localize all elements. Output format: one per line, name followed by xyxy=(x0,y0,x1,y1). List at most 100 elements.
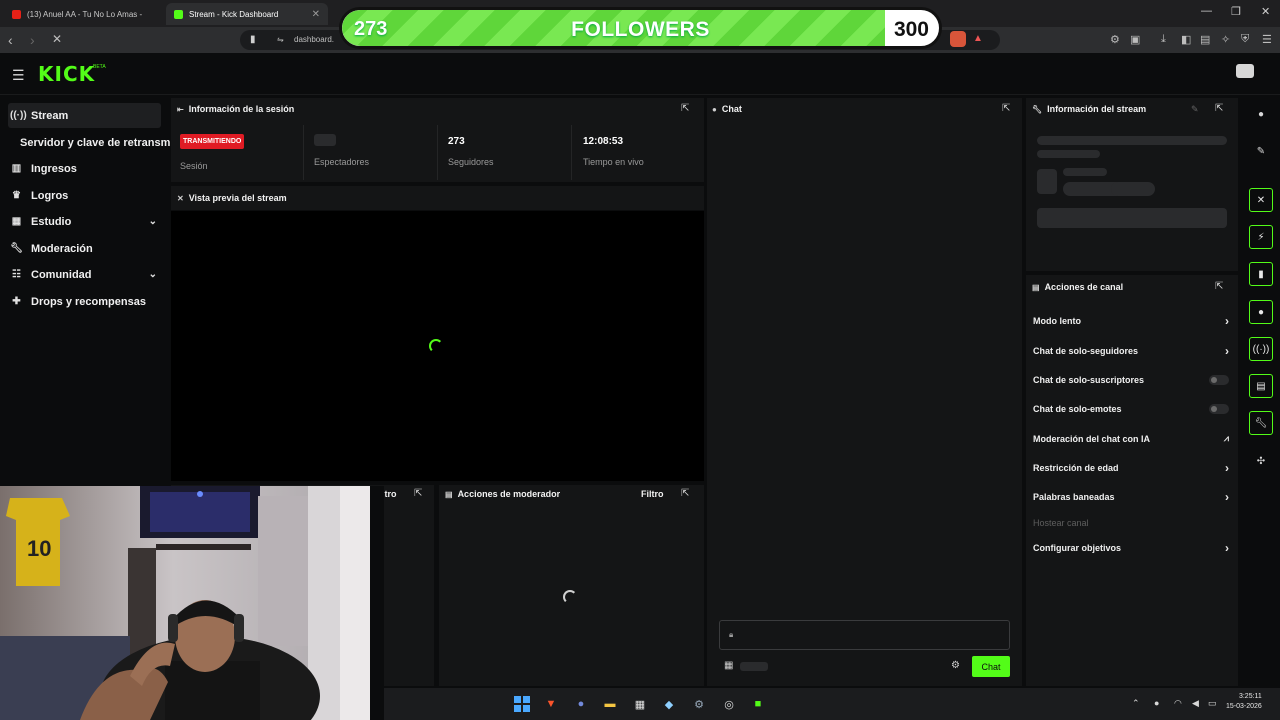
close-tab-icon[interactable]: ✕ xyxy=(312,9,320,20)
popout-icon[interactable]: ⇱ xyxy=(1215,103,1223,114)
forward-icon[interactable]: › xyxy=(30,32,35,48)
action-label: Restricción de edad xyxy=(1033,463,1119,473)
close-icon[interactable]: ✕ xyxy=(177,194,184,203)
notes-icon[interactable]: ▮ xyxy=(1249,262,1273,286)
steam-icon[interactable]: ◆ xyxy=(660,695,678,713)
system-clock[interactable]: 3:25:11 15-03-2026 xyxy=(1226,692,1262,712)
action-solo-emotes[interactable]: Chat de solo-emotes xyxy=(1033,404,1229,414)
action-moderacion-ia[interactable]: Moderación del chat con IA ⩘ xyxy=(1033,433,1229,444)
browser-tab-youtube[interactable]: (13) Anuel AA - Tu No Lo Amas - xyxy=(4,3,164,25)
kick-logo[interactable]: KICK xyxy=(38,62,95,86)
info-icon[interactable]: ● xyxy=(1249,102,1273,126)
toggle-switch[interactable] xyxy=(1209,375,1229,385)
wallet-icon[interactable]: ▤ xyxy=(1200,33,1210,46)
edit-pencil-icon[interactable]: ✎ xyxy=(1249,139,1273,163)
microphone-icon[interactable]: ● xyxy=(1154,698,1159,708)
chat-icon[interactable]: ● xyxy=(1249,300,1273,324)
kick-favicon-icon xyxy=(174,9,183,19)
action-label: Chat de solo-seguidores xyxy=(1033,346,1139,356)
panel-title: Acciones de canal xyxy=(1044,282,1124,292)
bookmark-icon[interactable]: ▮ xyxy=(250,34,256,45)
sidebar-toggle-icon[interactable]: ◧ xyxy=(1181,33,1191,46)
broadcast-icon[interactable]: ((·)) xyxy=(1249,337,1273,361)
windows-start-icon[interactable] xyxy=(513,695,531,713)
brave-rewards-icon[interactable]: ▲ xyxy=(973,33,983,44)
vpn-icon[interactable]: ⛨ xyxy=(1241,33,1249,46)
channel-actions-icon[interactable]: ▤ xyxy=(1249,374,1273,398)
sidebar-item-estudio[interactable]: ▦ Estudio ⌄ xyxy=(8,209,161,234)
action-restriccion-edad[interactable]: Restricción de edad › xyxy=(1033,461,1229,475)
viewers-value-skeleton xyxy=(314,134,336,146)
tab-search-icon[interactable]: ▣ xyxy=(1130,33,1140,46)
action-palabras-baneadas[interactable]: Palabras baneadas › xyxy=(1033,490,1229,504)
download-icon[interactable]: ⤓ xyxy=(1161,33,1166,46)
chat-input[interactable] xyxy=(719,620,1010,650)
sidebar-item-label: Ingresos xyxy=(31,162,77,175)
leo-ai-icon[interactable]: ✧ xyxy=(1221,33,1230,46)
gift-icon: ✚ xyxy=(12,296,21,307)
chat-send-button[interactable]: Chat xyxy=(972,656,1010,677)
site-settings-icon[interactable]: ⇋ xyxy=(277,35,284,44)
popout-icon[interactable]: ⇱ xyxy=(681,103,689,114)
popout-icon[interactable]: ⇱ xyxy=(414,488,422,499)
sidebar-item-stream[interactable]: ((·)) Stream xyxy=(8,103,161,128)
edit-pencil-icon[interactable]: ✎ xyxy=(1191,104,1199,115)
partial-panel-filter[interactable]: ltro xyxy=(382,489,397,499)
wrench-icon[interactable]: 🔧︎ xyxy=(1249,411,1273,435)
chevron-right-icon: › xyxy=(1225,461,1229,475)
chat-settings-gear-icon[interactable]: ⚙ xyxy=(951,660,960,671)
browser-tab-kick[interactable]: Stream - Kick Dashboard ✕ xyxy=(166,3,328,25)
settings-gear-icon[interactable]: ⚙ xyxy=(690,695,708,713)
user-avatar[interactable] xyxy=(1236,64,1254,78)
popout-icon[interactable]: ⇱ xyxy=(1215,281,1223,292)
tray-chevron-up-icon[interactable]: ⌃ xyxy=(1132,698,1140,709)
popout-icon[interactable]: ⇱ xyxy=(681,488,689,499)
emote-picker-icon[interactable]: ▦ xyxy=(724,660,733,671)
followers-goal-label: FOLLOWERS xyxy=(571,18,710,41)
browser-menu-icon[interactable]: ☰ xyxy=(1262,33,1272,46)
brave-shield-icon[interactable] xyxy=(950,31,966,47)
volume-icon[interactable]: ◀ xyxy=(1192,698,1199,709)
back-icon[interactable]: ‹ xyxy=(8,32,13,48)
lightning-icon[interactable]: ⚡︎ xyxy=(1249,225,1273,249)
file-explorer-icon[interactable]: ▬ xyxy=(601,695,619,713)
followers-goal-overlay: FOLLOWERS 273 300 xyxy=(339,7,942,49)
extensions-icon[interactable]: ⚙ xyxy=(1110,33,1120,46)
obs-icon[interactable]: ◎ xyxy=(720,695,738,713)
panel-title: Información de la sesión xyxy=(188,104,295,114)
popout-icon[interactable]: ⇱ xyxy=(1002,103,1010,114)
toggle-switch[interactable] xyxy=(1209,404,1229,414)
raid-icon[interactable]: ✕ xyxy=(1249,188,1273,212)
close-window-icon[interactable]: ✕ xyxy=(1261,5,1270,18)
maximize-window-icon[interactable]: ❐ xyxy=(1231,5,1241,18)
tab-title: (13) Anuel AA - Tu No Lo Amas - xyxy=(27,9,143,19)
beta-badge: BETA xyxy=(93,64,106,70)
sidebar-item-server-key[interactable]: Servidor y clave de retransmi xyxy=(18,130,173,155)
panel-title: Chat xyxy=(721,104,742,114)
sidebar-item-moderacion[interactable]: 🔧︎ Moderación xyxy=(8,236,161,261)
discord-icon[interactable]: ● xyxy=(572,695,590,713)
battery-icon[interactable]: ▭ xyxy=(1208,698,1217,709)
category-skeleton xyxy=(1063,168,1107,176)
minimize-window-icon[interactable]: — xyxy=(1201,5,1212,17)
app-icon[interactable]: ▦ xyxy=(631,695,649,713)
action-configurar-objetivos[interactable]: Configurar objetivos › xyxy=(1033,541,1229,555)
action-solo-seguidores[interactable]: Chat de solo-seguidores › xyxy=(1033,344,1229,358)
moderator-actions-header: ▤ Acciones de moderador xyxy=(445,489,560,499)
followers-goal-current: 273 xyxy=(354,18,388,40)
stop-loading-icon[interactable]: ✕ xyxy=(52,32,62,46)
chevron-right-icon: › xyxy=(1225,541,1229,555)
menu-icon[interactable]: ☰ xyxy=(12,67,25,84)
action-modo-lento[interactable]: Modo lento › xyxy=(1033,314,1229,328)
kick-app-icon[interactable]: ■ xyxy=(749,695,767,713)
action-solo-suscriptores[interactable]: Chat de solo-suscriptores xyxy=(1033,375,1229,385)
sidebar-item-ingresos[interactable]: ▥ Ingresos xyxy=(8,156,161,181)
wifi-icon[interactable]: ◠ xyxy=(1174,698,1182,709)
sidebar-item-comunidad[interactable]: ☷ Comunidad ⌄ xyxy=(8,262,161,287)
chevron-down-icon: ⌄ xyxy=(148,216,157,227)
brave-browser-icon[interactable]: ▼ xyxy=(542,695,560,713)
filter-button[interactable]: Filtro xyxy=(641,489,664,499)
add-widget-icon[interactable]: ✣ xyxy=(1249,449,1273,473)
sidebar-item-drops[interactable]: ✚ Drops y recompensas xyxy=(8,289,161,314)
sidebar-item-logros[interactable]: ♛ Logros xyxy=(8,183,161,208)
